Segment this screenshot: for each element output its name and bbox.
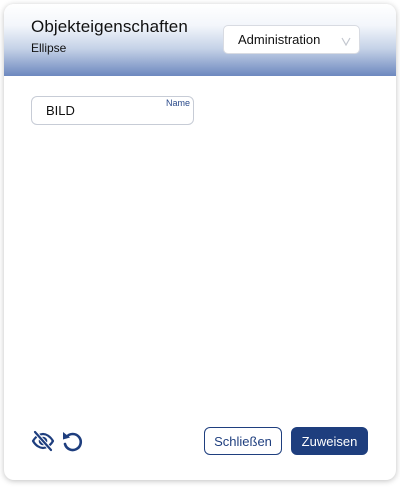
properties-dialog: Objekteigenschaften Ellipse Administrati… [4, 4, 396, 480]
hide-button[interactable] [30, 429, 56, 453]
name-field[interactable]: Name [31, 96, 194, 125]
chevron-down-icon [341, 37, 351, 46]
role-select-value: Administration [238, 32, 321, 47]
dialog-header: Objekteigenschaften Ellipse Administrati… [4, 4, 396, 76]
undo-icon [63, 432, 83, 452]
name-label: Name [165, 98, 190, 108]
eye-off-icon [31, 430, 55, 452]
dialog-title: Objekteigenschaften [31, 17, 188, 36]
role-select[interactable]: Administration [223, 25, 360, 54]
assign-button[interactable]: Zuweisen [291, 427, 368, 455]
dialog-subtitle: Ellipse [31, 41, 67, 55]
close-button[interactable]: Schließen [204, 427, 282, 455]
reset-button[interactable] [59, 429, 85, 453]
name-input[interactable] [46, 97, 166, 124]
